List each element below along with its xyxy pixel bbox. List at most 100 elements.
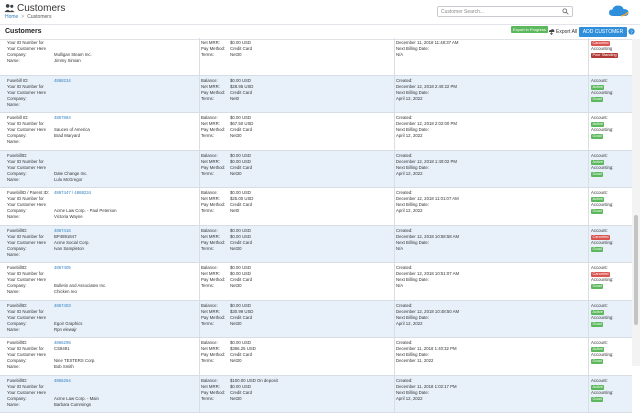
field-value: Credit Card [230,240,252,246]
date-text: December 12, 2018 10:58:58 AM [396,234,459,240]
customer-search [437,6,573,17]
status-label: Account: [591,303,608,308]
breadcrumb-home[interactable]: Home [5,14,18,20]
customer-dates: Created:December 12, 2018 1:40:02 PMNext… [396,153,457,177]
field-label: Terms: [201,208,225,214]
column-divider [394,38,395,75]
field-value: Egoir Graphics [54,321,82,327]
field-value [54,102,71,108]
export-all-button[interactable]: Export All [548,28,577,35]
search-icon[interactable] [562,8,569,15]
column-divider [394,76,395,113]
export-icon [548,28,555,35]
table-row[interactable]: Fusebill ID:Your ID Number forYour Custo… [0,76,632,114]
customer-labels: FusebillID / Parent ID:Your ID Number fo… [7,190,49,220]
table-row[interactable]: FusebillID:Your ID Number forYour Custom… [0,376,632,413]
breadcrumb-current: Customers [27,14,51,20]
customer-status: Account:ActiveAccounting:Good [591,153,613,177]
column-divider [199,338,200,375]
customer-values: 4867884Sauces of AmericaBrad Maryard [54,115,90,145]
field-value: Victoria Wayne [54,214,117,220]
table-row[interactable]: Your ID Number forYour Customer HereComp… [0,38,632,76]
field-label: Name: [7,327,46,333]
customer-status: Account:ActiveAccounting:Good [591,340,613,364]
status-line: Poor Standing [591,52,618,58]
customer-values: 4867447 / 4868234Acme Law Corp. - Paul P… [54,190,117,220]
field-value: Credit Card [230,165,252,171]
date-text: December 12, 2018 2:40:22 PM [396,84,457,90]
customer-status: Account:ActiveAccounting:Good [591,303,613,327]
column-divider [394,188,395,225]
status-label-line: Accounting: [591,240,613,246]
field-label: Name: [7,364,46,370]
field-value: Net30 [230,52,252,58]
financial-values: $0.00 USDCredit CardNet30 [230,40,252,58]
field-value: Acme Law Corp. - Main [54,396,99,402]
status-badge: Poor Standing [591,53,618,58]
date-text: April 12, 2022 [396,208,459,214]
page-title: Customers [5,28,42,35]
search-input[interactable] [441,7,557,16]
field-label: Your ID Number for [7,84,46,90]
column-divider [588,226,589,263]
field-label: Terms: [201,396,225,402]
status-line: Good [591,283,613,289]
financial-values: $0.00 USD$30.99 USDCredit CardNet30 [230,303,253,327]
field-value: Net30 [230,321,253,327]
financial-labels: Balance:Net MRR:Pay Method:Terms: [201,303,225,327]
help-icon[interactable]: ? [628,28,635,35]
field-value: $0.00 USD [230,234,252,240]
cloud-logo-icon [608,4,630,18]
table-row[interactable]: Fusebill ID:Your ID Number forYour Custo… [0,113,632,151]
table-row[interactable]: FusebillID:Your ID Number forYour Custom… [0,263,632,301]
customer-dates: Created:December 11, 2018 1:40:32 PMNext… [396,340,457,364]
field-label: Your Customer Here [7,390,46,396]
add-customer-button[interactable]: ADD CUSTOMER [579,27,627,37]
field-value: Bob Smith [54,364,95,370]
financial-labels: Net MRR:Pay Method:Terms: [201,40,225,58]
column-divider [394,151,395,188]
table-row[interactable]: FusebillID:Your ID Number forYour Custom… [0,151,632,189]
customer-status: Account:ActiveAccounting:Good [591,78,613,102]
fusebill-id-link[interactable]: 4868234 [54,78,71,84]
status-label: Account: [591,190,608,195]
status-label: Accounting: [591,90,613,95]
status-label: Accounting: [591,127,613,132]
table-row[interactable]: FusebillID / Parent ID:Your ID Number fo… [0,188,632,226]
field-value: Acme Social Corp. [54,240,90,246]
status-line: Good [591,358,613,364]
field-label: Your Customer Here [7,240,46,246]
field-label: Name: [7,252,46,258]
field-label: Terms: [201,358,225,364]
top-bar: Customers Home>Customers [0,0,640,25]
status-line: Good [591,96,613,102]
customer-dates: Created:December 12, 2018 2:02:00 PMNext… [396,115,457,139]
field-label: Your Customer Here [7,90,46,96]
column-divider [588,151,589,188]
column-divider [394,301,395,338]
field-label: Your ID Number for [7,159,46,165]
column-divider [394,113,395,150]
scrollbar-thumb[interactable] [634,215,638,325]
field-value: $100.00 USD On deposit [230,378,278,384]
customer-values: 4867405Bulletin and Associates Inc.Chick… [54,265,106,295]
status-line: Good [591,396,613,402]
table-row[interactable]: FusebillID:Your ID Number forYour Custom… [0,301,632,339]
table-row[interactable]: FusebillID:Your ID Number forYour Custom… [0,338,632,376]
field-value: $28.95 USD [230,84,253,90]
customer-dates: Created:December 12, 2018 2:40:22 PMNext… [396,78,457,102]
field-label: Name: [7,177,46,183]
field-value: Jimmy Simian [54,58,92,64]
table-row[interactable]: FusebillID:Your ID Number forYour Custom… [0,226,632,264]
column-divider [199,38,200,75]
date-text: April 12, 2022 [396,321,459,327]
export-all-label: Export All [556,29,577,35]
column-divider [588,263,589,300]
customer-dates: Created:December 12, 2018 10:51:07 AMNex… [396,265,459,289]
field-label: Pay Method: [201,240,225,246]
field-value: $30.99 USD [230,309,253,315]
customer-status: Account:CanceledAccounting:Good [591,228,613,252]
customer-labels: FusebillID:Your ID Number forYour Custom… [7,228,46,258]
field-value: Net30 [230,358,256,364]
field-value: Credit Card [230,315,253,321]
